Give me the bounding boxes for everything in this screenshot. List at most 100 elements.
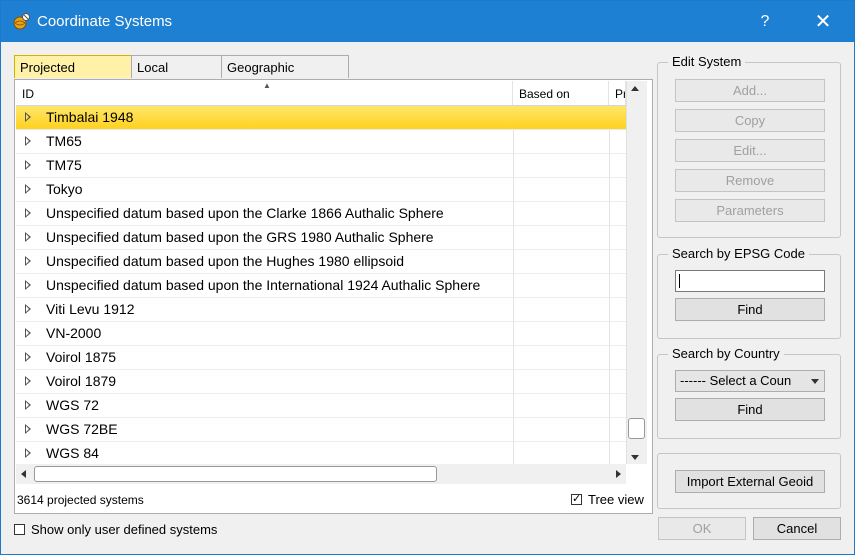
add-button[interactable]: Add... — [675, 79, 825, 102]
user-defined-checkbox[interactable] — [14, 524, 25, 535]
expand-arrow-icon[interactable] — [25, 232, 31, 242]
tab-geographic-systems[interactable]: Geographic Systems — [221, 55, 349, 98]
row-based-on-cell — [513, 154, 610, 177]
table-row[interactable]: Viti Levu 1912 — [16, 298, 626, 322]
row-pr-cell — [609, 394, 626, 417]
country-find-button[interactable]: Find — [675, 398, 825, 421]
vertical-scrollbar[interactable] — [626, 81, 647, 464]
text-caret — [679, 274, 680, 288]
scroll-right-arrow-icon[interactable] — [616, 470, 621, 478]
row-based-on-cell — [513, 226, 610, 249]
table-row[interactable]: WGS 72 — [16, 394, 626, 418]
ok-button[interactable]: OK — [658, 517, 746, 540]
expand-arrow-icon[interactable] — [25, 376, 31, 386]
horizontal-scrollbar[interactable] — [16, 464, 626, 484]
scroll-down-arrow-icon[interactable] — [631, 455, 639, 460]
country-select[interactable]: ------ Select a Coun — [675, 370, 825, 392]
row-pr-cell — [609, 322, 626, 345]
cancel-button[interactable]: Cancel — [753, 517, 841, 540]
user-defined-label: Show only user defined systems — [31, 522, 218, 537]
sort-ascending-icon: ▲ — [263, 81, 271, 90]
tree-view-checkbox[interactable] — [571, 492, 582, 505]
expand-arrow-icon[interactable] — [25, 160, 31, 170]
chevron-down-icon — [811, 379, 819, 384]
horizontal-scroll-thumb[interactable] — [34, 466, 437, 482]
row-pr-cell — [609, 442, 626, 464]
row-pr-cell — [609, 346, 626, 369]
edit-system-group: Edit System Add... Copy Edit... Remove P… — [657, 54, 841, 238]
expand-arrow-icon[interactable] — [25, 136, 31, 146]
help-button[interactable]: ? — [753, 9, 777, 35]
row-id-cell: Unspecified datum based upon the Clarke … — [46, 205, 444, 221]
table-row[interactable]: Unspecified datum based upon the Interna… — [16, 274, 626, 298]
expand-arrow-icon[interactable] — [25, 256, 31, 266]
table-row[interactable]: WGS 84 — [16, 442, 626, 464]
row-pr-cell — [609, 250, 626, 273]
table-row[interactable]: WGS 72BE — [16, 418, 626, 442]
vertical-scroll-thumb[interactable] — [628, 418, 645, 439]
row-id-cell: Unspecified datum based upon the Hughes … — [46, 253, 405, 269]
remove-button[interactable]: Remove — [675, 169, 825, 192]
row-based-on-cell — [513, 442, 610, 464]
tab-local-systems[interactable]: Local Systems — [131, 55, 222, 98]
row-based-on-cell — [513, 322, 610, 345]
table-row[interactable]: Unspecified datum based upon the Hughes … — [16, 250, 626, 274]
row-id-cell: Unspecified datum based upon the GRS 198… — [46, 229, 434, 245]
table-row[interactable]: TM75 — [16, 154, 626, 178]
close-button[interactable]: ✕ — [809, 9, 837, 35]
parameters-button[interactable]: Parameters — [675, 199, 825, 222]
expand-arrow-icon[interactable] — [25, 304, 31, 314]
expand-arrow-icon[interactable] — [25, 184, 31, 194]
row-based-on-cell — [513, 274, 610, 297]
expand-arrow-icon[interactable] — [25, 208, 31, 218]
tab-projected-systems[interactable]: Projected Systems — [14, 55, 132, 98]
country-search-group: Search by Country ------ Select a Coun F… — [657, 346, 841, 439]
epsg-code-input[interactable] — [675, 270, 825, 292]
expand-arrow-icon[interactable] — [25, 328, 31, 338]
scroll-up-arrow-icon[interactable] — [631, 86, 639, 91]
user-defined-toggle[interactable]: Show only user defined systems — [14, 522, 217, 537]
tree-view-label: Tree view — [588, 492, 644, 507]
table-row[interactable]: Voirol 1879 — [16, 370, 626, 394]
country-select-value: ------ Select a Coun — [680, 373, 792, 388]
scroll-left-arrow-icon[interactable] — [21, 470, 26, 478]
row-based-on-cell — [513, 178, 610, 201]
row-id-cell: Unspecified datum based upon the Interna… — [46, 277, 481, 293]
tree-view-toggle[interactable]: Tree view — [571, 492, 644, 507]
table-row[interactable]: Tokyo — [16, 178, 626, 202]
table-row[interactable]: Unspecified datum based upon the GRS 198… — [16, 226, 626, 250]
edit-button[interactable]: Edit... — [675, 139, 825, 162]
import-external-geoid-button[interactable]: Import External Geoid — [675, 470, 825, 493]
expand-arrow-icon[interactable] — [25, 400, 31, 410]
row-id-cell: WGS 72BE — [46, 421, 118, 437]
expand-arrow-icon[interactable] — [25, 448, 31, 458]
row-id-cell: WGS 72 — [46, 397, 99, 413]
projected-systems-panel: ID ▲ Based on Pr Timbalai 1948 TM65 TM75 — [14, 79, 653, 514]
systems-count: 3614 projected systems — [17, 493, 144, 507]
import-geoid-group: Import External Geoid — [657, 453, 841, 509]
table-row[interactable]: VN-2000 — [16, 322, 626, 346]
row-id-cell: Voirol 1875 — [46, 349, 117, 365]
row-based-on-cell — [513, 418, 610, 441]
expand-arrow-icon[interactable] — [25, 352, 31, 362]
expand-arrow-icon[interactable] — [25, 424, 31, 434]
row-id-cell: VN-2000 — [46, 325, 102, 341]
row-id-cell: Viti Levu 1912 — [46, 301, 135, 317]
row-pr-cell — [609, 274, 626, 297]
epsg-search-group: Search by EPSG Code Find — [657, 246, 841, 339]
expand-arrow-icon[interactable] — [25, 280, 31, 290]
table-row[interactable]: Unspecified datum based upon the Clarke … — [16, 202, 626, 226]
row-id-cell: TM65 — [46, 133, 82, 149]
epsg-find-button[interactable]: Find — [675, 298, 825, 321]
table-row[interactable]: TM65 — [16, 130, 626, 154]
expand-arrow-icon[interactable] — [25, 112, 31, 122]
table-row[interactable]: Timbalai 1948 — [16, 106, 626, 130]
copy-button[interactable]: Copy — [675, 109, 825, 132]
systems-table: ID ▲ Based on Pr Timbalai 1948 TM65 TM75 — [16, 81, 626, 464]
dialog-window: Coordinate Systems ? ✕ Projected Systems… — [0, 0, 855, 555]
row-pr-cell — [609, 370, 626, 393]
row-pr-cell — [609, 130, 626, 153]
column-header-based-on[interactable]: Based on — [513, 81, 609, 105]
column-header-pr[interactable]: Pr — [609, 81, 626, 105]
table-row[interactable]: Voirol 1875 — [16, 346, 626, 370]
